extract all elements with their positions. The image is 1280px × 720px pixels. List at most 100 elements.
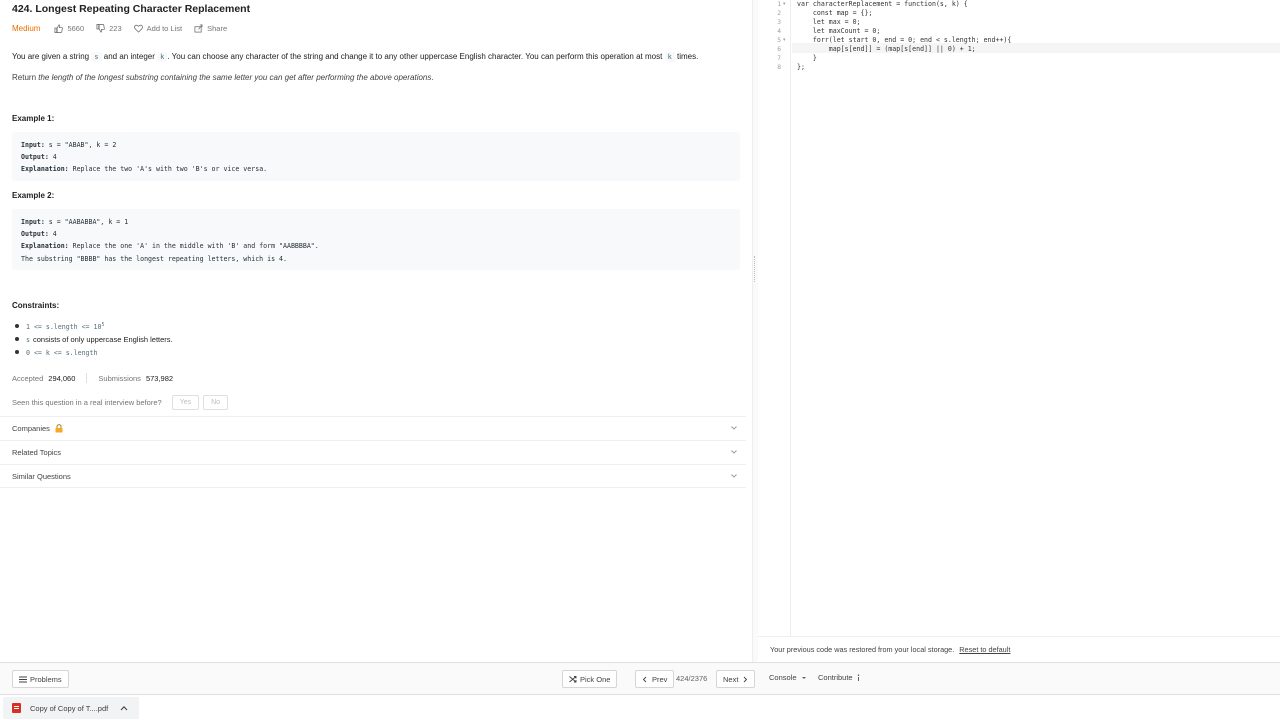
line-number: 5 [777, 37, 781, 44]
constraint-item: s consists of only uppercase English let… [15, 333, 173, 346]
yes-button[interactable]: Yes [171, 395, 200, 410]
constraints-title: Constraints: [12, 301, 60, 310]
similar-questions-section[interactable]: Similar Questions [0, 464, 746, 488]
companies-label: Companies [12, 424, 50, 433]
constraint-code: 0 <= k <= s.length [26, 348, 98, 357]
like-button[interactable]: 5660 [54, 24, 84, 33]
problem-meta-bar: Medium 5660 223 Add to List Share [12, 22, 239, 34]
description-panel: 424. Longest Repeating Character Replace… [0, 0, 752, 662]
inline-code-k: k [664, 52, 675, 62]
line-number: 8 [777, 64, 781, 71]
code-line[interactable]: }; [797, 63, 805, 72]
splitter-grip[interactable] [754, 256, 756, 282]
code-line[interactable]: map[s[end]] = (map[s[end]] || 0) + 1; [797, 45, 976, 54]
line-number: 7 [777, 55, 781, 62]
heart-icon [133, 24, 143, 33]
thumbs-up-icon [54, 23, 64, 33]
explanation-label: Explanation: [21, 242, 69, 251]
description-paragraph: You are given a string s and an integer … [12, 51, 742, 63]
example-explanation: Replace the one 'A' in the middle with '… [68, 242, 319, 251]
similar-questions-label: Similar Questions [12, 471, 71, 481]
chevron-down-icon [731, 474, 737, 478]
desc-text: You are given a string [12, 52, 92, 61]
constraint-item: 1 <= s.length <= 105 [15, 320, 173, 333]
constraints-list: 1 <= s.length <= 105 s consists of only … [15, 320, 173, 359]
desc-text: . You can choose any character of the st… [167, 52, 665, 61]
interview-question: Seen this question in a real interview b… [12, 398, 162, 407]
reset-to-default-link[interactable]: Reset to default [959, 645, 1010, 654]
constraint-code: 1 <= s.length <= 105 [26, 322, 104, 331]
next-label: Next [723, 674, 739, 684]
restore-message: Your previous code was restored from you… [770, 645, 955, 654]
problem-title: 424. Longest Repeating Character Replace… [12, 3, 251, 15]
dislike-count: 223 [109, 23, 122, 33]
add-to-list-button[interactable]: Add to List [133, 24, 182, 33]
next-button[interactable]: Next [716, 670, 756, 688]
stats-divider [86, 373, 88, 383]
list-icon [19, 676, 27, 682]
code-editor[interactable]: 1 ▾ 2 3 4 5 ▾ 6 7 8 var characterReplace… [758, 0, 1280, 636]
chevron-left-icon [642, 676, 647, 682]
constraint-text: 1 <= s.length <= 10 [26, 323, 102, 332]
restore-notice: Your previous code was restored from you… [758, 636, 1280, 662]
line-number: 1 [777, 1, 781, 8]
pick-one-label: Pick One [580, 674, 611, 684]
no-button[interactable]: No [203, 395, 229, 410]
code-line[interactable]: forr(let start 0, end = 0; end < s.lengt… [797, 36, 1012, 45]
like-count: 5660 [67, 23, 85, 33]
pdf-file-icon [12, 703, 21, 713]
constraint-code: s [26, 335, 30, 344]
code-line[interactable]: var characterReplacement = function(s, k… [797, 0, 968, 9]
desc-emphasis: the length of the longest substring cont… [38, 73, 432, 82]
fold-arrow-icon[interactable]: ▾ [783, 37, 786, 43]
chevron-right-icon [744, 676, 748, 682]
example-1-title: Example 1: [12, 114, 55, 123]
thumbs-down-icon [96, 23, 105, 33]
companies-section[interactable]: Companies [0, 416, 746, 440]
share-icon [194, 23, 203, 33]
description-paragraph-return: Return the length of the longest substri… [12, 72, 742, 84]
code-line[interactable]: } [797, 54, 817, 63]
output-label: Output: [21, 153, 49, 162]
desc-text: . [431, 73, 434, 82]
desc-text: and an integer [101, 52, 158, 61]
submissions-label: Submissions [98, 373, 141, 383]
example-output: 4 [48, 230, 57, 239]
related-topics-section[interactable]: Related Topics [0, 440, 746, 464]
prev-button[interactable]: Prev [635, 670, 675, 688]
fold-arrow-icon[interactable]: ▾ [783, 1, 786, 7]
prev-label: Prev [652, 674, 668, 684]
shuffle-icon [569, 676, 577, 683]
pick-one-button[interactable]: Pick One [562, 670, 618, 688]
contribute-button[interactable]: Contribute [818, 673, 861, 682]
browser-download-shelf: Copy of Copy of T....pdf [0, 694, 1280, 720]
problems-button[interactable]: Problems [12, 670, 69, 688]
console-label: Console [769, 673, 797, 682]
example-explanation: Replace the two 'A's with two 'B's or vi… [68, 165, 268, 174]
bottom-toolbar: Problems Pick One Prev 424/2376 Next Con… [0, 662, 1280, 694]
chevron-down-icon [731, 450, 737, 454]
code-line[interactable]: const map = {}; [797, 9, 873, 18]
caret-down-icon [801, 676, 806, 679]
interview-poll: Seen this question in a real interview b… [12, 395, 229, 410]
code-line[interactable]: let maxCount = 0; [797, 27, 881, 36]
constraint-text: consists of only uppercase English lette… [32, 335, 173, 344]
problems-label: Problems [30, 674, 62, 684]
chevron-down-icon [731, 426, 737, 430]
download-item[interactable]: Copy of Copy of T....pdf [3, 697, 139, 719]
dislike-button[interactable]: 223 [96, 24, 122, 33]
line-number-gutter: 1 ▾ 2 3 4 5 ▾ 6 7 8 [758, 0, 791, 636]
related-topics-label: Related Topics [12, 448, 62, 457]
share-label: Share [207, 23, 228, 33]
input-label: Input: [21, 218, 45, 226]
constraint-item: 0 <= k <= s.length [15, 346, 173, 359]
example-explanation-cont: The substring "BBBB" has the longest rep… [21, 254, 287, 263]
constraint-exponent: 5 [101, 321, 105, 328]
input-label: Input: [21, 141, 45, 149]
share-button[interactable]: Share [194, 24, 227, 33]
desc-text: Return [12, 73, 39, 82]
chevron-up-icon[interactable] [120, 705, 128, 711]
code-line[interactable]: let max = 0; [797, 18, 861, 27]
example-input: s = "ABAB", k = 2 [44, 141, 117, 149]
console-button[interactable]: Console [769, 673, 807, 682]
